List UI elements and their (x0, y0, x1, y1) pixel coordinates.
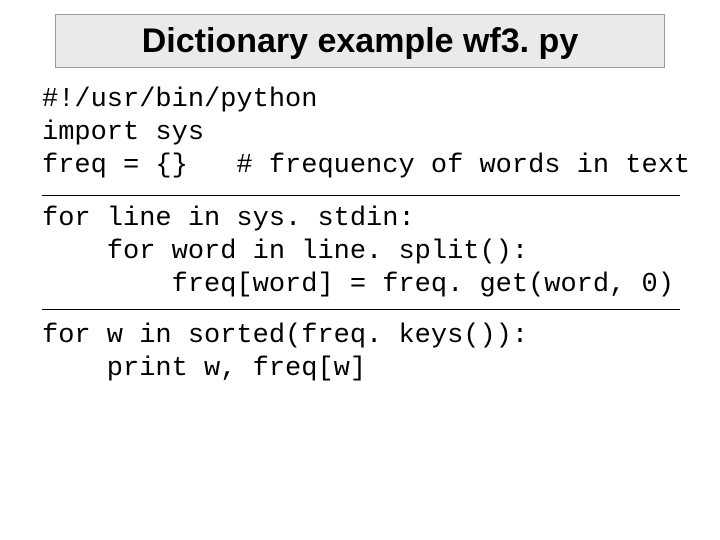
code-block-2: for line in sys. stdin: for word in line… (42, 203, 674, 302)
slide-title: Dictionary example wf3. py (142, 22, 579, 61)
code-block-3: for w in sorted(freq. keys()): print w, … (42, 320, 528, 386)
separator-1 (42, 195, 680, 196)
separator-2 (42, 309, 680, 310)
slide: Dictionary example wf3. py #!/usr/bin/py… (0, 0, 720, 540)
code-block-1: #!/usr/bin/python import sys freq = {} #… (42, 84, 690, 183)
title-box: Dictionary example wf3. py (55, 14, 665, 68)
